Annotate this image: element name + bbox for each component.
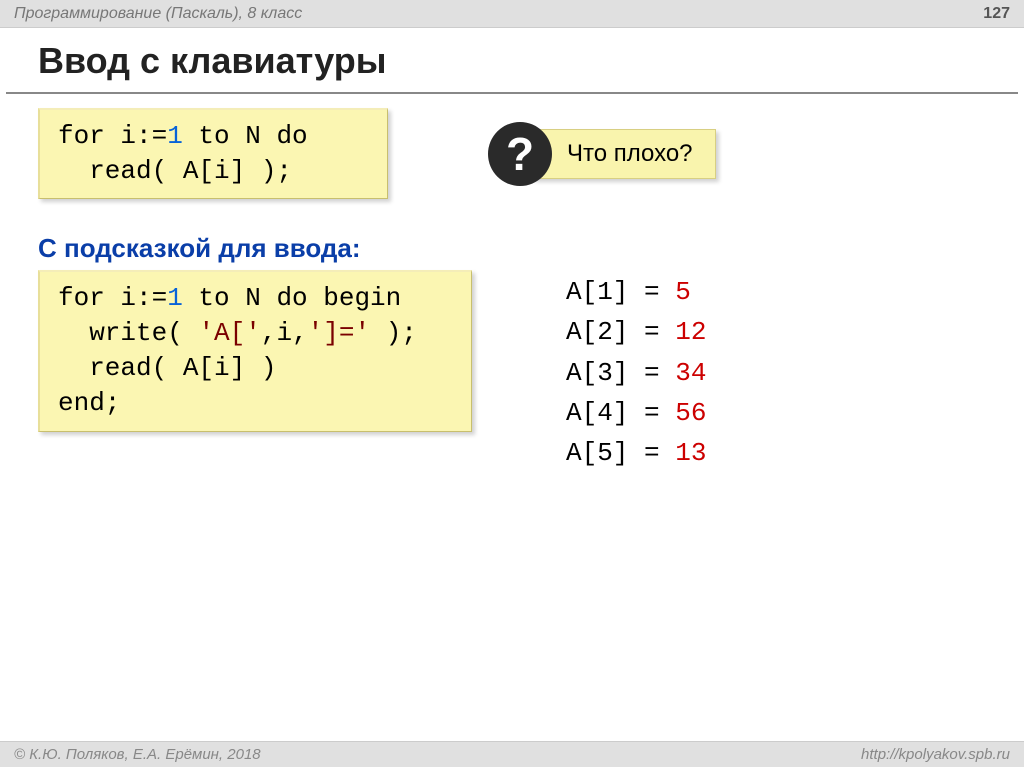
footer-url: http://kpolyakov.spb.ru [861, 746, 1010, 763]
code-line: for i:=1 to N do [58, 119, 369, 154]
output-line: A[4] = 56 [566, 393, 706, 433]
code-block-prompt: for i:=1 to N do begin write( 'A[',i,']=… [38, 270, 472, 431]
callout-text: Что плохо? [532, 129, 716, 179]
code-line: read( A[i] ) [58, 351, 453, 386]
subheading: С подсказкой для ввода: [38, 233, 986, 264]
output-line: A[1] = 5 [566, 272, 706, 312]
title-divider [6, 92, 1018, 94]
question-mark-icon: ? [488, 122, 552, 186]
code-line: read( A[i] ); [58, 154, 369, 189]
slide-header: Программирование (Паскаль), 8 класс 127 [0, 0, 1024, 28]
output-line: A[5] = 13 [566, 433, 706, 473]
output-line: A[2] = 12 [566, 312, 706, 352]
slide-footer: © К.Ю. Поляков, Е.А. Ерёмин, 2018 http:/… [0, 741, 1024, 767]
footer-authors: © К.Ю. Поляков, Е.А. Ерёмин, 2018 [14, 746, 261, 763]
page-number: 127 [983, 5, 1010, 23]
course-name: Программирование (Паскаль), 8 класс [14, 5, 302, 23]
slide-title: Ввод с клавиатуры [0, 28, 1024, 92]
question-callout: ? Что плохо? [488, 122, 716, 186]
code-line: for i:=1 to N do begin [58, 281, 453, 316]
output-line: A[3] = 34 [566, 353, 706, 393]
code-block-simple: for i:=1 to N do read( A[i] ); [38, 108, 388, 199]
sample-output: A[1] = 5 A[2] = 12 A[3] = 34 A[4] = 56 A… [566, 270, 706, 473]
code-line: write( 'A[',i,']=' ); [58, 316, 453, 351]
code-line: end; [58, 386, 453, 421]
